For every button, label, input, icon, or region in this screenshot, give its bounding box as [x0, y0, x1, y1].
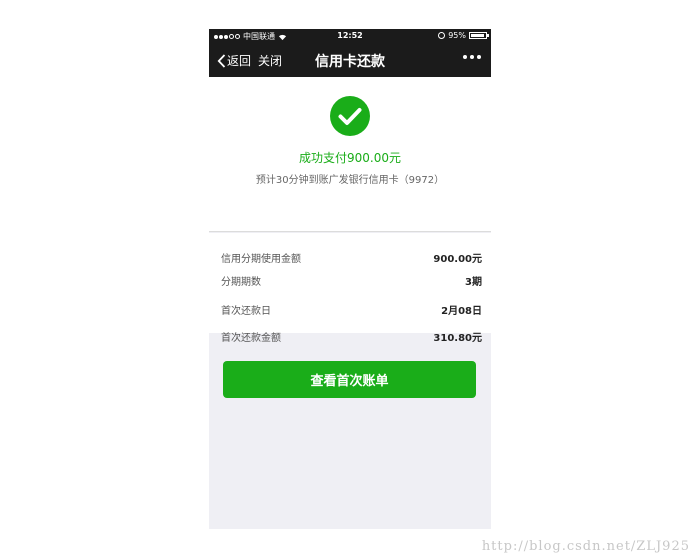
detail-label: 首次还款金额	[221, 333, 281, 344]
close-button[interactable]: 关闭	[258, 52, 282, 69]
page-title: 信用卡还款	[315, 54, 385, 70]
more-dot-icon	[477, 55, 481, 59]
detail-row: 信用分期使用金额 900.00元	[221, 250, 482, 266]
arrival-estimate: 预计30分钟到账广发银行信用卡（9972）	[255, 175, 445, 186]
chevron-left-icon	[217, 53, 226, 68]
detail-label: 首次还款日	[221, 306, 271, 317]
detail-value: 310.80元	[433, 333, 482, 344]
view-first-bill-button[interactable]: 查看首次账单	[223, 361, 476, 398]
back-label: 返回	[227, 54, 252, 68]
success-card: 成功支付900.00元 预计30分钟到账广发银行信用卡（9972）	[209, 77, 491, 232]
battery-icon	[469, 32, 489, 39]
more-menu-button[interactable]	[463, 55, 481, 59]
detail-label: 信用分期使用金额	[221, 254, 301, 265]
detail-value: 3期	[465, 277, 482, 288]
rotation-lock-icon	[438, 32, 446, 39]
detail-value: 900.00元	[433, 254, 482, 265]
nav-bar: 返回 关闭 信用卡还款	[209, 43, 491, 77]
success-check-icon	[330, 96, 370, 136]
status-bar: 中国联通 12:52 95%	[209, 29, 491, 43]
detail-value: 2月08日	[441, 306, 482, 317]
detail-row: 首次还款日 2月08日	[221, 302, 482, 318]
phone-screen: 中国联通 12:52 95% 返回 关闭 信用卡还款 成功支付900.00元 预…	[209, 29, 491, 529]
more-dot-icon	[470, 55, 474, 59]
watermark-url: http://blog.csdn.net/ZLJ925	[481, 539, 690, 554]
more-dot-icon	[463, 55, 467, 59]
back-button[interactable]: 返回	[217, 52, 251, 69]
payment-details: 信用分期使用金额 900.00元 分期期数 3期 首次还款日 2月08日 首次还…	[209, 233, 491, 344]
battery-percent: 95%	[448, 31, 466, 40]
status-right: 95%	[438, 31, 489, 40]
battery-fill	[471, 34, 485, 37]
detail-row: 首次还款金额 310.80元	[221, 329, 482, 345]
detail-label: 分期期数	[221, 277, 261, 288]
detail-row: 分期期数 3期	[221, 273, 482, 289]
success-message: 成功支付900.00元	[299, 151, 401, 165]
